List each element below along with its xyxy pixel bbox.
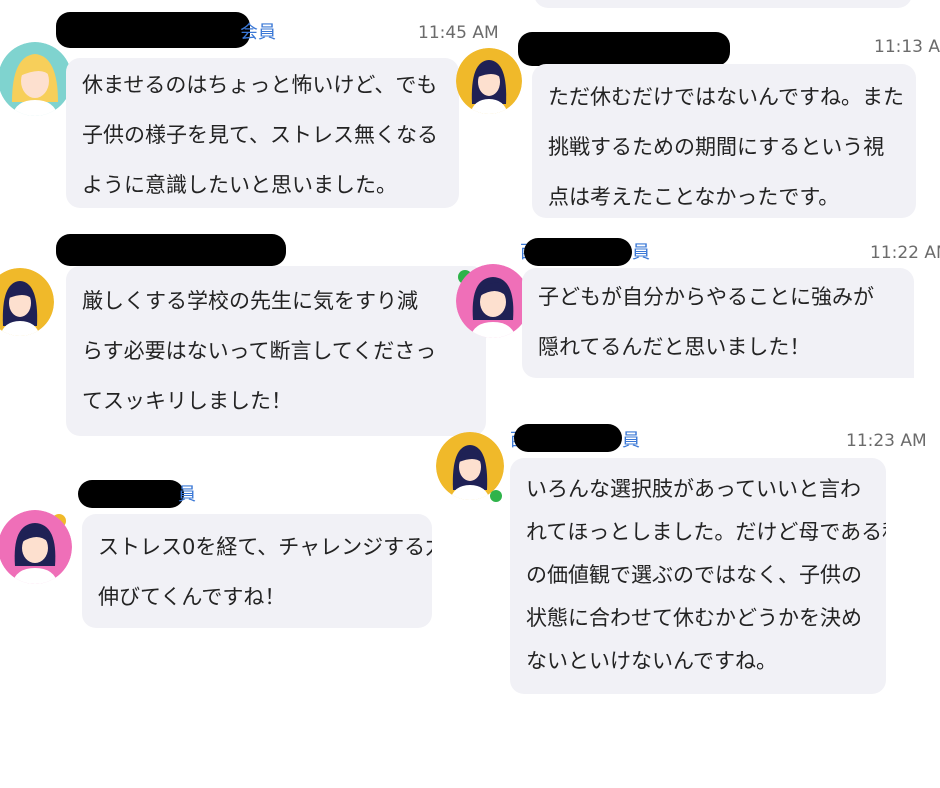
message-text-line: ただ休むだけではないんですね。また: [548, 85, 904, 109]
sender-name-suffix: 員: [632, 242, 650, 263]
message-text-line: 休ませるのはちょっと怖いけど、でも: [82, 73, 438, 97]
message-bubble: 厳しくする学校の先生に気をすり減 らす必要はないって断言してくださっ てスッキリ…: [66, 266, 486, 436]
avatar-yellow-darkhair-icon[interactable]: [456, 48, 522, 114]
message-text-line: れてほっとしました。だけど母である私: [526, 520, 886, 544]
message-text-line: ないといけないんですね。: [526, 649, 777, 673]
message-text-line: ように意識したいと思いました。: [82, 173, 397, 197]
message-text-line: ストレス0を経て、チャレンジする力が: [98, 535, 432, 559]
message-text-line: らす必要はないって断言してくださっ: [82, 339, 437, 363]
sender-name-suffix: 会員: [240, 22, 276, 43]
sender-name-redacted: [514, 424, 622, 452]
message-bubble: 休ませるのはちょっと怖いけど、でも 子供の様子を見て、ストレス無くなる ように意…: [66, 58, 459, 208]
message-text-line: の価値観で選ぶのではなく、子供の: [526, 563, 862, 587]
message-text-line: 挑戦するための期間にするという視: [548, 135, 885, 159]
message-text-line: 隠れてるんだと思いました！: [538, 335, 811, 359]
sender-name-suffix: 員: [622, 430, 640, 451]
message-timestamp: 11:13 AM: [874, 37, 940, 57]
message-text-line: 厳しくする学校の先生に気をすり減: [82, 289, 418, 313]
message-text-line: いろんな選択肢があっていいと言わ: [526, 477, 861, 501]
sender-name-redacted: [518, 32, 730, 66]
message-bubble: ストレス0を経て、チャレンジする力が 伸びてくんですね！: [82, 514, 432, 628]
message-text-line: 伸びてくんですね！: [98, 585, 286, 609]
message-text-line: 子どもが自分からやることに強みが: [538, 285, 874, 309]
avatar-yellow-darkhair-icon[interactable]: [0, 268, 54, 336]
message-text-line: てスッキリしました！: [82, 389, 292, 413]
avatar-teal-blonde-icon[interactable]: [0, 42, 72, 116]
sender-name-redacted: [524, 238, 632, 266]
sender-name-redacted: [78, 480, 184, 508]
message-bubble: いろんな選択肢があっていいと言わ れてほっとしました。だけど母である私 の価値観…: [510, 458, 886, 694]
message-text-line: 子供の様子を見て、ストレス無くなる: [82, 123, 438, 147]
collage-divider: [432, 424, 512, 634]
message-text-line: 状態に合わせて休むかどうかを決め: [526, 606, 862, 630]
message-bubble: ただ休むだけではないんですね。また 挑戦するための期間にするという視 点は考えた…: [532, 64, 916, 218]
avatar-pink-darkhair-icon[interactable]: [0, 510, 72, 584]
avatar-pink-darkhair-icon[interactable]: [456, 264, 530, 338]
message-bubble: 子どもが自分からやることに強みが 隠れてるんだと思いました！: [522, 268, 914, 378]
sender-name-suffix: 員: [178, 484, 196, 505]
message-timestamp: 11:45 AM: [418, 23, 499, 43]
sender-name-redacted: [56, 12, 250, 48]
message-timestamp: 11:23 AM: [846, 431, 927, 451]
sender-name-redacted: [56, 234, 286, 266]
message-text-line: 点は考えたことなかったです。: [548, 185, 840, 209]
message-timestamp: 11:22 AM: [870, 243, 940, 263]
message-bubble-clipped: [534, 0, 912, 8]
